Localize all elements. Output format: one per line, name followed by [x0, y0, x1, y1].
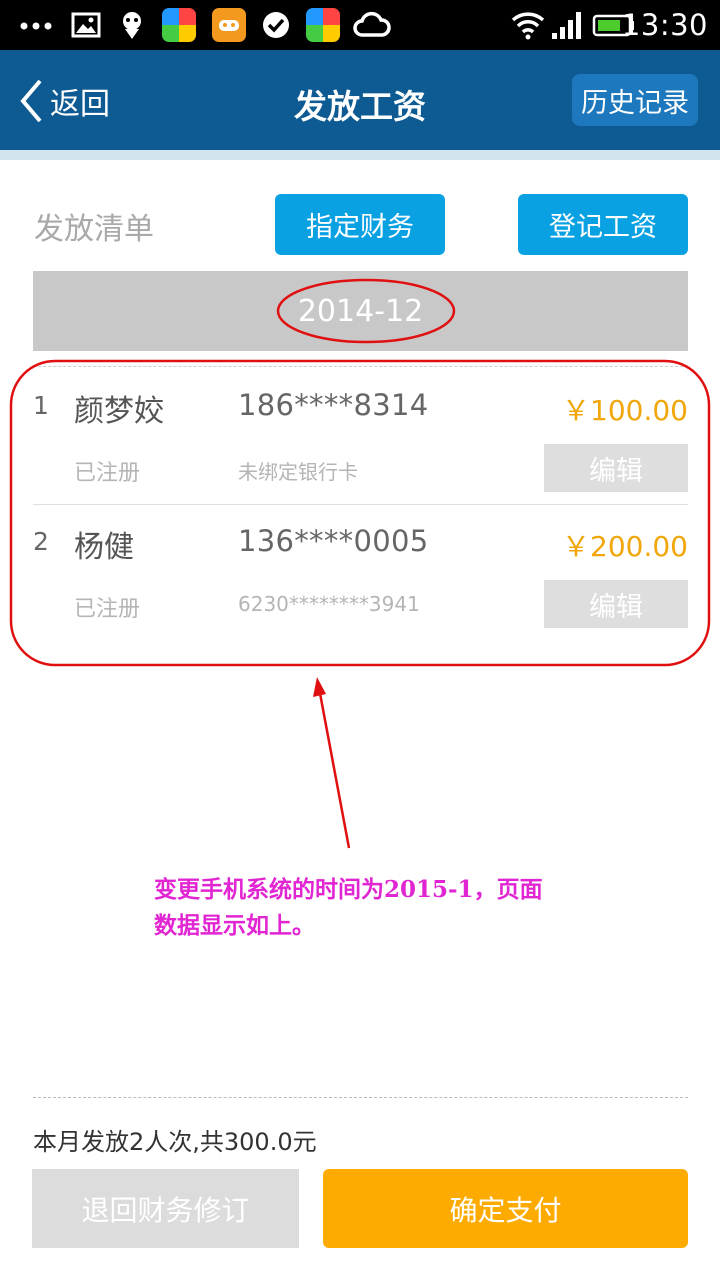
clock: 13:30 [621, 8, 708, 42]
confirm-pay-button[interactable]: 确定支付 [323, 1169, 688, 1248]
edit-button[interactable]: 编辑 [544, 580, 688, 628]
bank-card: 未绑定银行卡 [238, 460, 358, 484]
nav-bar: 返回 发放工资 历史记录 [0, 50, 720, 150]
salary-amount: ￥100.00 [562, 394, 688, 427]
arrow-head-icon [313, 677, 326, 697]
list-label: 发放清单 [34, 212, 154, 247]
month-header: 2014-12 [33, 271, 688, 351]
divider [33, 366, 688, 367]
row-index: 1 [33, 391, 49, 420]
employee-name: 杨健 [74, 530, 134, 565]
list-item: 2 杨健 136****0005 ￥200.00 已注册 6230*******… [0, 506, 720, 640]
app-tile-icon [162, 8, 196, 42]
registration-status: 已注册 [74, 597, 141, 622]
app-tile-icon [306, 8, 340, 42]
row-index: 2 [33, 527, 49, 556]
back-button[interactable]: 返回 [18, 76, 110, 126]
phone-number: 186****8314 [238, 388, 429, 422]
signal-icon [552, 12, 581, 39]
annotation-note: 变更手机系统的时间为2015-1，页面数据显示如上。 [154, 876, 543, 939]
month-label: 2014-12 [297, 293, 424, 329]
alien-icon [123, 12, 141, 39]
edit-button[interactable]: 编辑 [544, 444, 688, 492]
employee-name: 颜梦姣 [74, 394, 164, 429]
status-bar: 13:30 [0, 0, 720, 50]
check-circle-icon [263, 12, 289, 38]
register-salary-button[interactable]: 登记工资 [518, 194, 688, 255]
annotation-overlay [9, 278, 711, 849]
list-item: 1 颜梦姣 186****8314 ￥100.00 已注册 未绑定银行卡 编辑 [0, 370, 720, 504]
more-dots-icon [20, 22, 52, 30]
salary-amount: ￥200.00 [562, 530, 688, 563]
revert-to-finance-button[interactable]: 退回财务修订 [32, 1169, 299, 1248]
phone-number: 136****0005 [238, 524, 429, 558]
history-button[interactable]: 历史记录 [572, 74, 698, 126]
wifi-icon [511, 12, 545, 40]
image-icon [71, 12, 101, 38]
divider [33, 1097, 688, 1098]
gamepad-icon [212, 8, 246, 42]
nav-divider [0, 150, 720, 160]
assign-finance-button[interactable]: 指定财务 [275, 194, 445, 255]
back-label: 返回 [50, 87, 110, 122]
row-divider [33, 504, 688, 505]
monthly-summary: 本月发放2人次,共300.0元 [33, 1128, 317, 1156]
chevron-left-icon [20, 79, 42, 123]
arrow-line [317, 687, 351, 849]
registration-status: 已注册 [74, 461, 141, 486]
bank-card: 6230********3941 [238, 592, 420, 616]
cloud-icon [353, 11, 391, 37]
